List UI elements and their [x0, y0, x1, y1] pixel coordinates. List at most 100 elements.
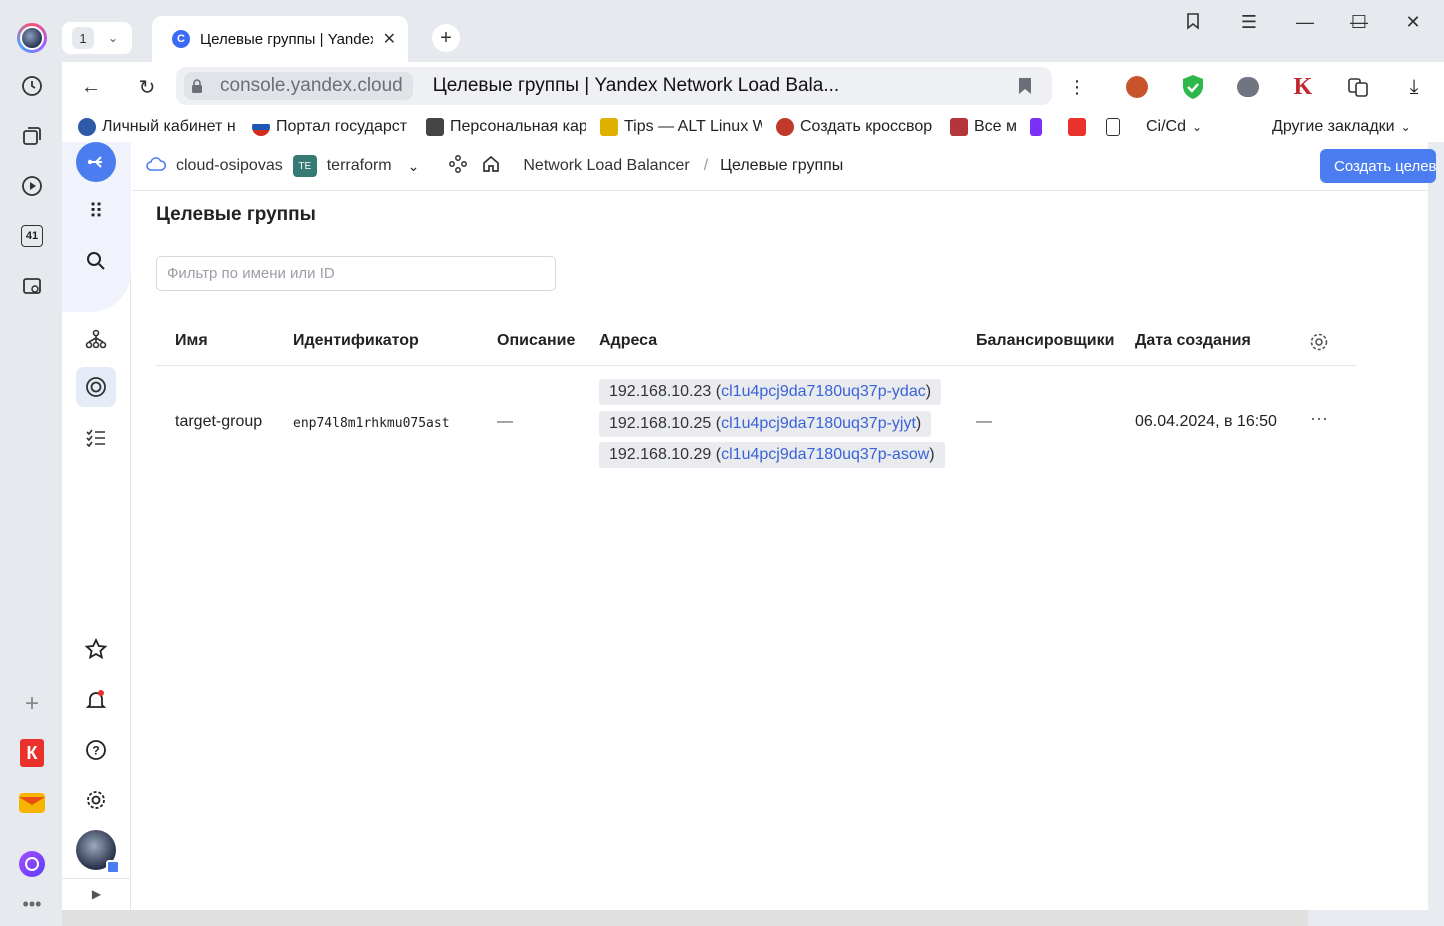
menu-icon[interactable]: ☰: [1234, 12, 1264, 33]
expand-sidebar-icon[interactable]: ▶: [62, 878, 131, 908]
bookmark-item[interactable]: Tips — ALT Linux W: [600, 118, 762, 136]
tab-count: 1: [72, 27, 94, 49]
bookmark-doc-icon[interactable]: [1106, 118, 1132, 136]
address-chip: 192.168.10.23 (cl1u4pcj9da7180uq37p-ydac…: [599, 379, 942, 405]
page-title: Целевые группы: [156, 204, 316, 225]
extension-avatar-icon[interactable]: [1122, 72, 1152, 102]
shield-icon[interactable]: [1178, 72, 1208, 102]
back-icon[interactable]: ←: [76, 72, 106, 102]
instance-link[interactable]: cl1u4pcj9da7180uq37p-ydac: [721, 383, 926, 401]
add-panel-icon[interactable]: +: [16, 688, 48, 720]
download-icon[interactable]: ⤓: [1399, 72, 1429, 102]
chevron-down-icon: ⌄: [1400, 120, 1411, 134]
alice-icon[interactable]: [16, 848, 48, 880]
new-tab-button[interactable]: +: [432, 24, 460, 52]
reload-icon[interactable]: ↻: [132, 72, 162, 102]
address-bar[interactable]: console.yandex.cloud Целевые группы | Ya…: [176, 67, 1052, 105]
table-settings-gear-icon[interactable]: [1309, 332, 1329, 357]
table-header: Имя Идентификатор Описание Адреса Баланс…: [156, 318, 1356, 366]
row-name[interactable]: target-group: [175, 413, 262, 431]
profile-avatar[interactable]: [16, 22, 48, 54]
more-icon[interactable]: •••: [16, 888, 48, 920]
other-bookmarks[interactable]: Другие закладки ⌄: [1272, 118, 1422, 136]
bookmark-icon[interactable]: [1010, 77, 1040, 95]
help-icon[interactable]: ?: [76, 730, 116, 770]
more-vertical-icon[interactable]: ⋮: [1062, 72, 1092, 102]
address-ip: 192.168.10.23: [609, 383, 712, 400]
folder-badge: TE: [292, 155, 317, 177]
minimize-window-icon[interactable]: —: [1290, 12, 1320, 33]
close-window-icon[interactable]: ✕: [1398, 12, 1428, 33]
create-target-group-button[interactable]: Создать целевую группу: [1320, 149, 1436, 183]
bookmark-purple-icon[interactable]: [1030, 118, 1054, 136]
network-balancers-icon[interactable]: [76, 319, 116, 359]
instance-link[interactable]: cl1u4pcj9da7180uq37p-yjyt: [721, 415, 916, 433]
notifications-bell-icon[interactable]: [76, 680, 116, 720]
tab-group-button[interactable]: 1 ⌄: [62, 22, 132, 54]
kinopoisk-icon[interactable]: К: [16, 737, 48, 769]
card-icon: [426, 118, 444, 136]
close-tab-icon[interactable]: ✕: [383, 29, 396, 49]
all-services-icon[interactable]: ⠿: [76, 191, 116, 231]
column-header-id[interactable]: Идентификатор: [293, 332, 419, 350]
kaspersky-icon[interactable]: K: [1288, 72, 1318, 102]
services-graph-icon[interactable]: [449, 154, 468, 178]
bookmark-item[interactable]: Все м: [950, 118, 1016, 136]
badge-counter-icon[interactable]: 41: [16, 220, 48, 252]
breadcrumb: cloud-osipovas TE terraform ⌄ Network Lo…: [146, 154, 843, 179]
row-id[interactable]: enp74l8m1rhkmu075ast: [293, 416, 450, 431]
console-sidebar: ⠿ ? ▶: [62, 142, 131, 910]
column-header-addresses[interactable]: Адреса: [599, 332, 657, 350]
russia-flag-icon: [252, 118, 270, 136]
filter-input[interactable]: [156, 256, 556, 291]
table-row[interactable]: target-group enp74l8m1rhkmu075ast — 192.…: [156, 374, 1356, 474]
column-header-name[interactable]: Имя: [175, 332, 208, 350]
favorites-star-icon[interactable]: [76, 629, 116, 669]
video-player-icon[interactable]: [16, 170, 48, 202]
dictionary-icon[interactable]: [1343, 72, 1373, 102]
mail-icon[interactable]: [16, 787, 48, 819]
bookmark-market-icon[interactable]: [1068, 118, 1092, 136]
crumb-service[interactable]: Network Load Balancer: [523, 157, 689, 175]
bookmark-item[interactable]: Портал государст: [252, 118, 412, 136]
lock-icon[interactable]: [184, 72, 210, 100]
operations-list-icon[interactable]: [76, 418, 116, 458]
gov-emblem-icon: [78, 118, 96, 136]
nlb-service-logo-icon[interactable]: [76, 142, 116, 182]
address-ip: 192.168.10.25: [609, 415, 712, 432]
history-icon[interactable]: [16, 70, 48, 102]
home-icon[interactable]: [481, 154, 501, 179]
navigation-bar: ← ↻ console.yandex.cloud Целевые группы …: [62, 62, 1444, 112]
cloud-name[interactable]: cloud-osipovas: [176, 157, 283, 175]
instance-link[interactable]: cl1u4pcj9da7180uq37p-asow: [721, 446, 929, 464]
bookmark-folder-cicd[interactable]: Ci/Cd ⌄: [1146, 118, 1216, 136]
row-actions-more-icon[interactable]: ···: [1310, 408, 1328, 429]
collections-icon[interactable]: [16, 120, 48, 152]
screenshot-icon[interactable]: [16, 270, 48, 302]
column-header-description[interactable]: Описание: [497, 332, 575, 350]
active-tab[interactable]: C Целевые группы | Yandex ✕: [152, 16, 408, 62]
row-balancers: —: [976, 413, 992, 430]
settings-gear-icon[interactable]: [76, 780, 116, 820]
address-chip: 192.168.10.29 (cl1u4pcj9da7180uq37p-asow…: [599, 442, 945, 468]
bookmark-item[interactable]: Личный кабинет н: [78, 118, 238, 136]
maximize-window-icon[interactable]: ☐: [1344, 12, 1374, 33]
user-avatar[interactable]: [76, 830, 120, 874]
tab-bar: 1 ⌄ C Целевые группы | Yandex ✕ + ☰ — — …: [62, 0, 1444, 62]
bookmark-item[interactable]: Персональная кар: [426, 118, 586, 136]
column-header-balancers[interactable]: Балансировщики: [976, 332, 1114, 350]
chevron-down-icon[interactable]: ⌄: [408, 158, 420, 175]
chevron-down-icon: ⌄: [1192, 120, 1203, 134]
svg-text:?: ?: [92, 744, 99, 758]
bookmarks-panel-icon[interactable]: [1178, 12, 1208, 35]
folder-name[interactable]: terraform: [327, 157, 392, 175]
column-header-created[interactable]: Дата создания: [1135, 332, 1251, 350]
search-icon[interactable]: [76, 241, 116, 281]
target-groups-icon[interactable]: [76, 367, 116, 407]
bookmarks-bar: Личный кабинет н Портал государст Персон…: [62, 112, 1444, 142]
horizontal-scrollbar[interactable]: [62, 910, 1308, 926]
chevron-down-icon: ⌄: [108, 31, 119, 45]
bookmark-item[interactable]: Создать кроссвор: [776, 118, 936, 136]
console-header: cloud-osipovas TE terraform ⌄ Network Lo…: [132, 142, 1436, 191]
robot-extension-icon[interactable]: [1233, 72, 1263, 102]
